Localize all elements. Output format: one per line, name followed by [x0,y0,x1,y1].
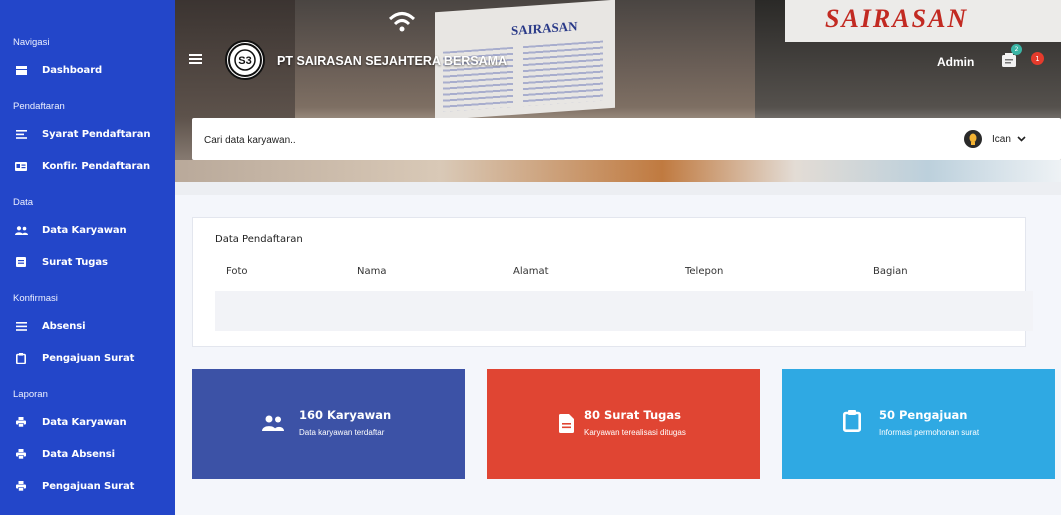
stat-title: 80 Surat Tugas [584,408,682,422]
column-header-bagian: Bagian [873,266,908,277]
sidebar-item-syarat-pendaftaran[interactable]: Syarat Pendaftaran [13,125,151,143]
sidebar-item-data-karyawan[interactable]: Data Karyawan [13,221,127,239]
column-header-alamat: Alamat [513,266,549,277]
user-name: Ican [992,133,1011,145]
sidebar-heading-pendaftaran: Pendaftaran [13,101,65,112]
stat-title: 50 Pengajuan [879,408,968,422]
sidebar-item-dashboard[interactable]: Dashboard [13,61,102,79]
company-logo: S3 [225,40,265,80]
column-header-telepon: Telepon [685,266,724,277]
sidebar-item-laporan-pengajuan-surat[interactable]: Pengajuan Surat [13,477,134,495]
sidebar-heading-konfirmasi: Konfirmasi [13,293,58,304]
sidebar-item-label: Absensi [42,320,86,332]
print-icon [13,416,29,428]
list-icon [13,128,29,140]
stat-card-karyawan[interactable]: 160 Karyawan Data karyawan terdaftar [192,369,465,479]
search-bar: Ican [192,118,1061,160]
sidebar-heading-data: Data [13,197,34,208]
sidebar-item-surat-tugas[interactable]: Surat Tugas [13,253,108,271]
column-header-foto: Foto [226,266,248,277]
dashboard-icon [13,64,29,76]
sidebar-heading-laporan: Laporan [13,389,48,400]
stat-subtitle: Karyawan terealisasi ditugas [584,428,686,437]
list-icon [13,320,29,332]
stat-subtitle: Data karyawan terdaftar [299,428,385,437]
sidebar-item-label: Dashboard [42,64,103,76]
users-icon [13,224,29,236]
chevron-down-icon [1017,136,1026,142]
card-title: Data Pendaftaran [215,234,303,245]
sidebar-item-absensi[interactable]: Absensi [13,317,86,335]
sidebar-item-label: Data Absensi [42,448,115,460]
print-icon [13,480,29,492]
sidebar-item-label: Konfir. Pendaftaran [42,160,151,172]
sidebar-item-label: Syarat Pendaftaran [42,128,151,140]
sidebar: Navigasi Dashboard Pendaftaran Syarat Pe… [0,0,175,515]
notification-badge: 2 [1011,44,1022,55]
sidebar-item-konfir-pendaftaran[interactable]: Konfir. Pendaftaran [13,157,150,175]
table-empty-row [215,291,1033,331]
print-icon [13,448,29,460]
search-input[interactable] [204,131,604,149]
document-icon [554,411,578,435]
sidebar-item-label: Data Karyawan [42,224,127,236]
main-content: SAIRASAN SAIRASAN S3 PT SAIRASAN SEJAHTE… [175,0,1061,515]
sidebar-heading-navigasi: Navigasi [13,37,50,48]
avatar [964,130,982,148]
users-icon [261,411,285,435]
sidebar-item-laporan-data-absensi[interactable]: Data Absensi [13,445,115,463]
sidebar-item-label: Surat Tugas [42,256,108,268]
stat-title: 160 Karyawan [299,408,392,422]
sidebar-item-laporan-data-karyawan[interactable]: Data Karyawan [13,413,127,431]
sidebar-item-label: Pengajuan Surat [42,352,135,364]
column-header-nama: Nama [357,266,387,277]
admin-link[interactable]: Admin [937,55,974,69]
clipboard-icon [840,409,864,433]
company-name: PT SAIRASAN SEJAHTERA BERSAMA [277,54,508,68]
menu-toggle-icon[interactable] [189,54,202,64]
sidebar-item-pengajuan-surat[interactable]: Pengajuan Surat [13,349,134,367]
top-navbar: S3 PT SAIRASAN SEJAHTERA BERSAMA Admin 2… [175,0,1061,118]
data-pendaftaran-card: Data Pendaftaran Foto Nama Alamat Telepo… [192,217,1033,347]
document-icon [13,256,29,268]
svg-text:S3: S3 [238,55,251,67]
sidebar-item-label: Pengajuan Surat [42,480,135,492]
id-card-icon [13,160,29,172]
stat-subtitle: Informasi permohonan surat [879,428,980,437]
alert-badge[interactable]: 1 [1031,52,1044,65]
stat-card-surat-tugas[interactable]: 80 Surat Tugas Karyawan terealisasi ditu… [487,369,760,479]
user-menu[interactable]: Ican [964,129,1026,149]
stat-card-pengajuan[interactable]: 50 Pengajuan Informasi permohonan surat [782,369,1055,479]
clipboard-icon [13,352,29,364]
sidebar-item-label: Data Karyawan [42,416,127,428]
